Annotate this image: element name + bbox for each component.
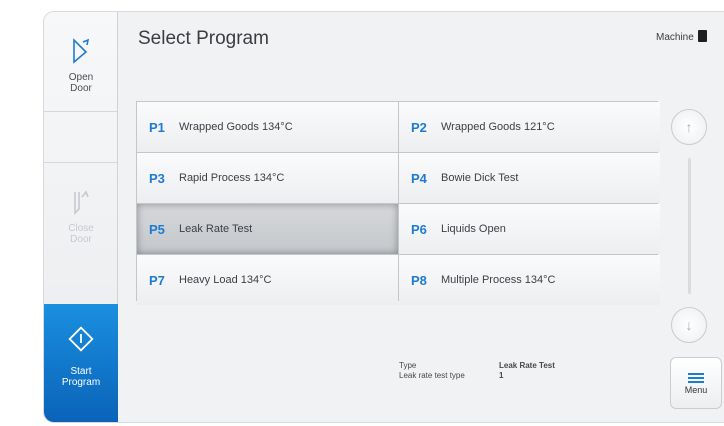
program-p7[interactable]: P7 Heavy Load 134°C [137, 255, 398, 305]
program-p3[interactable]: P3 Rapid Process 134°C [137, 153, 398, 203]
program-number: P4 [411, 170, 427, 186]
program-number: P1 [149, 119, 165, 135]
machine-indicator: Machine [656, 30, 707, 43]
program-name: Rapid Process 134°C [179, 172, 285, 184]
program-p5[interactable]: P5 Leak Rate Test [137, 204, 398, 254]
program-number: P2 [411, 119, 427, 135]
info-type-row: Type Leak Rate Test [399, 361, 555, 371]
menu-icon [688, 371, 704, 385]
program-p6[interactable]: P6 Liquids Open [399, 204, 660, 254]
program-name: Wrapped Goods 121°C [441, 121, 555, 133]
program-number: P8 [411, 272, 427, 288]
start-icon [68, 326, 94, 352]
subtype-value: 1 [499, 371, 504, 380]
device-screen: Open Door Close Door Start Program Selec… [44, 12, 724, 422]
open-door-icon [73, 38, 90, 64]
program-number: P7 [149, 272, 165, 288]
program-p2[interactable]: P2 Wrapped Goods 121°C [399, 102, 660, 152]
type-label: Type [399, 361, 417, 370]
program-info: Type Leak Rate Test Leak rate test type … [399, 361, 555, 381]
open-door-button[interactable]: Open Door [44, 12, 118, 112]
scroll-track[interactable] [688, 158, 691, 294]
menu-label: Menu [684, 385, 708, 395]
program-number: P6 [411, 221, 427, 237]
machine-status-icon [697, 30, 707, 42]
program-number: P5 [149, 221, 165, 237]
program-name: Wrapped Goods 134°C [179, 121, 293, 133]
open-door-label: Open Door [68, 72, 94, 94]
scroll-down-button[interactable]: ↓ [671, 307, 707, 343]
program-name: Bowie Dick Test [441, 172, 519, 184]
machine-label: Machine [656, 32, 694, 43]
subtype-label: Leak rate test type [399, 371, 465, 380]
close-door-button[interactable]: Close Door [44, 162, 118, 262]
close-door-label: Close Door [68, 223, 94, 245]
start-program-label: Start Program [61, 366, 101, 388]
program-name: Leak Rate Test [179, 223, 253, 235]
program-p4[interactable]: P4 Bowie Dick Test [399, 153, 660, 203]
program-name: Multiple Process 134°C [441, 274, 556, 286]
type-value: Leak Rate Test [499, 361, 555, 370]
info-subtype-row: Leak rate test type 1 [399, 371, 555, 381]
close-door-icon [74, 190, 89, 215]
program-grid: P1 Wrapped Goods 134°C P2 Wrapped Goods … [136, 101, 660, 305]
program-p1[interactable]: P1 Wrapped Goods 134°C [137, 102, 398, 152]
program-name: Liquids Open [441, 223, 506, 235]
arrow-up-icon: ↑ [685, 119, 693, 135]
page-title: Select Program [138, 28, 269, 49]
program-number: P3 [149, 170, 165, 186]
program-name: Heavy Load 134°C [179, 274, 272, 286]
sidebar: Open Door Close Door Start Program [44, 12, 118, 422]
start-program-button[interactable]: Start Program [44, 304, 118, 422]
scroll-up-button[interactable]: ↑ [671, 109, 707, 145]
program-p8[interactable]: P8 Multiple Process 134°C [399, 255, 660, 305]
arrow-down-icon: ↓ [685, 317, 693, 333]
menu-button[interactable]: Menu [670, 357, 722, 409]
